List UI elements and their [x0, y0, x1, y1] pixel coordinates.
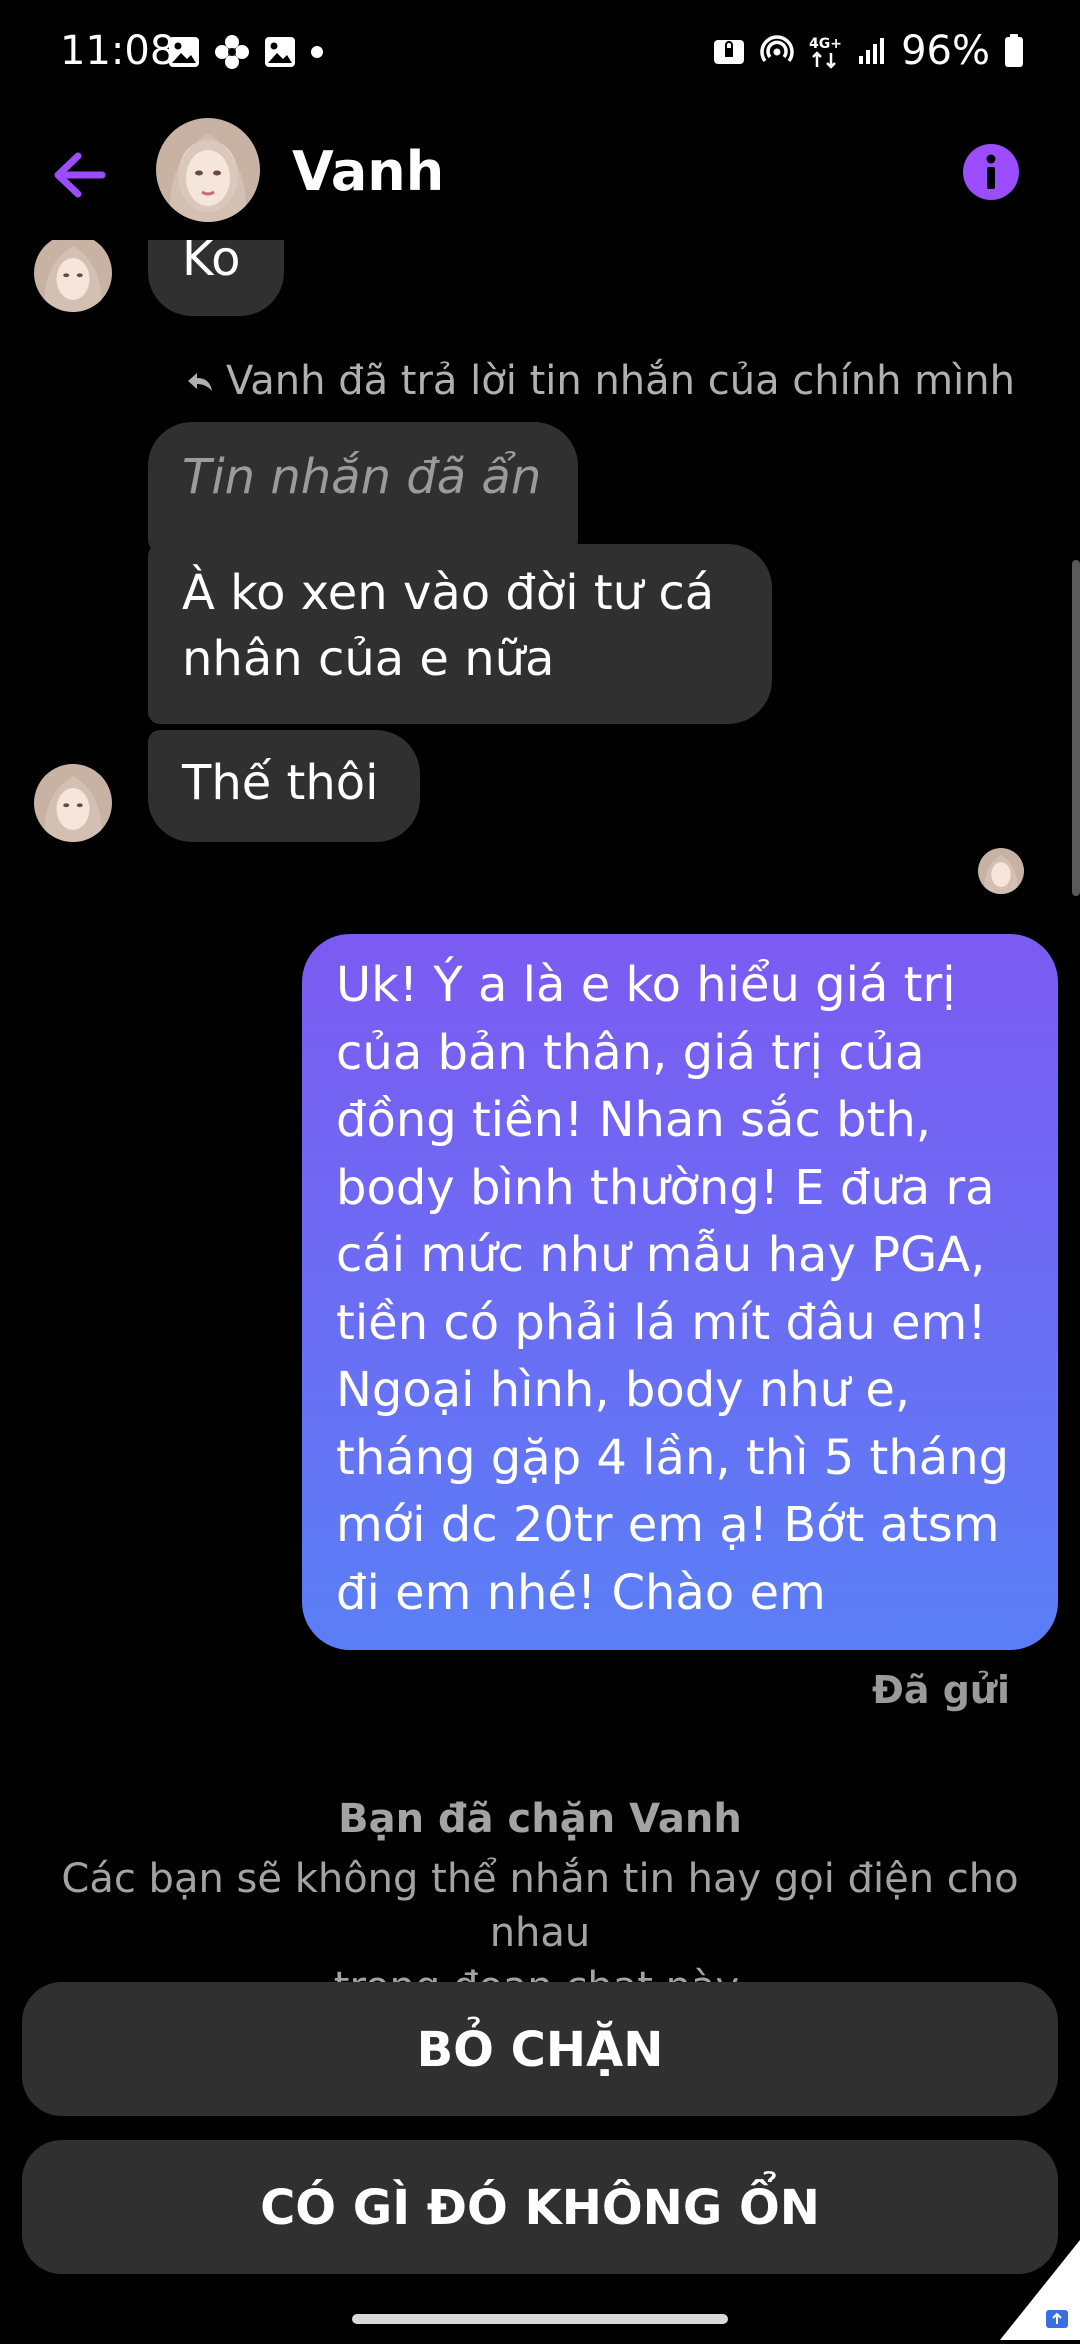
message-bubble-sent[interactable]: Uk! Ý a là e ko hiểu giá trị của bản thâ…: [302, 934, 1058, 1650]
dot-icon: [311, 46, 323, 58]
status-bar: 11:08 4G+ 96%: [0, 0, 1080, 110]
message-text-line: đồng tiền! Nhan sắc bth,: [336, 1092, 932, 1148]
signal-icon: [859, 38, 885, 64]
battery-percent: 96%: [901, 28, 990, 74]
message-text-line: tiền có phải lá mít đâu em!: [336, 1294, 987, 1351]
reply-indicator: Vanh đã trả lời tin nhắn của chính mình: [184, 358, 1015, 404]
image-icon: [169, 37, 199, 67]
image-icon: [265, 37, 295, 67]
message-text-line: mới dc 20tr em ạ! Bớt atsm: [336, 1497, 1000, 1553]
hotspot-icon: [760, 35, 794, 63]
info-icon: [963, 144, 1019, 200]
avatar-image: [978, 848, 1024, 894]
message-text-line: đi em nhé! Chào em: [336, 1564, 826, 1621]
message-text-line: tháng gặp 4 lần, thì 5 tháng: [336, 1429, 1010, 1486]
blocked-title: Bạn đã chặn Vanh: [338, 1796, 742, 1842]
status-time: 11:08: [60, 28, 176, 74]
message-list[interactable]: Ko Vanh đã trả lời tin nhắn của chính mì…: [0, 240, 1080, 1770]
message-text-line: của bản thân, giá trị của: [336, 1024, 925, 1081]
message-text-line: cái mức như mẫu hay PGA,: [336, 1227, 986, 1283]
message-text: Ko: [182, 240, 241, 287]
message-text-line: À ko xen vào đời tư cá: [182, 565, 715, 621]
message-text-line: nhân của e nữa: [182, 631, 555, 687]
avatar-image: [34, 764, 112, 842]
unblock-button[interactable]: BỎ CHẶN: [22, 1982, 1058, 2116]
home-indicator[interactable]: [352, 2314, 728, 2324]
svg-text:4G+: 4G+: [809, 36, 842, 52]
message-bubble-received[interactable]: Ko: [148, 240, 284, 316]
contact-avatar[interactable]: [156, 118, 260, 222]
sender-avatar[interactable]: [34, 764, 112, 842]
lock-screen-icon: [714, 40, 745, 64]
message-text-line: body bình thường! E đưa ra: [336, 1159, 995, 1216]
avatar-image: [34, 240, 112, 312]
back-arrow-icon: [54, 152, 106, 198]
message-bubble-received[interactable]: À ko xen vào đời tư cá nhân của e nữa: [148, 544, 772, 724]
report-problem-button[interactable]: CÓ GÌ ĐÓ KHÔNG ỔN: [22, 2140, 1058, 2274]
message-bubble-received[interactable]: Thế thôi: [148, 730, 420, 842]
contact-name[interactable]: Vanh: [292, 140, 444, 203]
reply-icon: [188, 373, 212, 391]
message-text-line: Uk! Ý a là e ko hiểu giá trị: [336, 957, 956, 1013]
battery-icon: [1005, 34, 1023, 67]
floating-shortcut[interactable]: [1000, 2230, 1080, 2340]
message-text-line: Ngoại hình, body như e,: [336, 1362, 911, 1418]
back-button[interactable]: [44, 140, 114, 210]
scrollbar[interactable]: [1072, 560, 1080, 896]
status-notification-icons: [168, 34, 324, 70]
status-system-icons: 4G+ 96%: [713, 28, 1024, 74]
message-bubble-hidden[interactable]: Tin nhắn đã ẩn: [148, 422, 578, 552]
sent-status: Đã gửi: [872, 1668, 1010, 1712]
blocked-description-line: Các bạn sẽ không thể nhắn tin hay gọi đi…: [61, 1856, 1019, 1956]
sender-avatar[interactable]: [34, 240, 112, 312]
flower-icon: [215, 35, 249, 69]
network-4g-icon: 4G+: [809, 36, 842, 69]
screenshot-shortcut-icon: [1000, 2240, 1080, 2340]
chat-header: Vanh: [0, 110, 1080, 240]
avatar-image: [156, 118, 260, 222]
reply-note-text: Vanh đã trả lời tin nhắn của chính mình: [226, 358, 1015, 404]
hidden-message-text: Tin nhắn đã ẩn: [182, 449, 542, 505]
info-button[interactable]: [962, 143, 1020, 201]
message-text: Thế thôi: [182, 755, 379, 811]
seen-avatar: [978, 848, 1024, 894]
